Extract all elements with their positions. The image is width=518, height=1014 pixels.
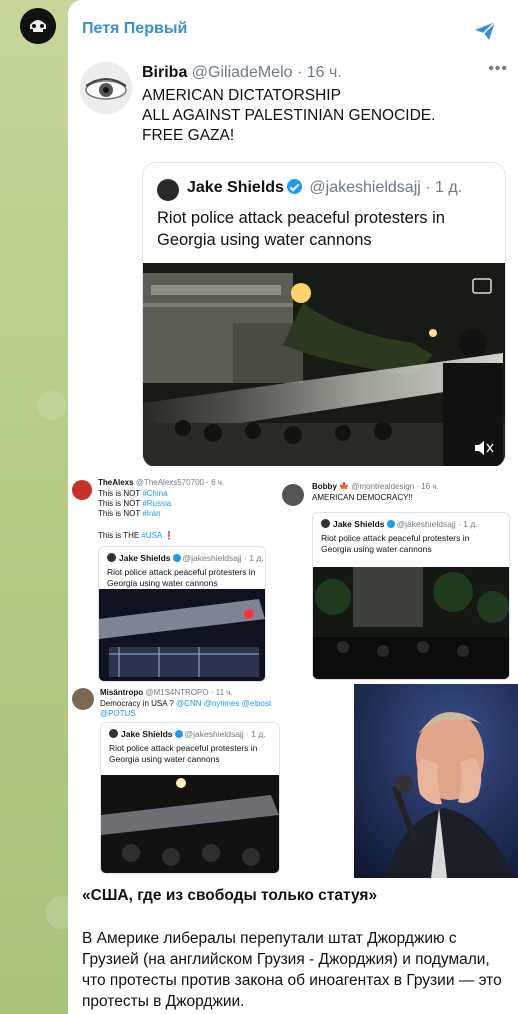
collage-a-header: TheAlexs @TheAlexs570700 · 6 ч.	[98, 478, 224, 487]
message-body: В Америке либералы перепутали штат Джорд…	[82, 930, 502, 1010]
collage-b-header: Bobby 🍁 @montrealdesign · 16 ч.	[312, 482, 439, 491]
collage-a-exclamation: ❗	[164, 531, 175, 540]
message-text: «США, где из свободы только статуя» В Ам…	[82, 886, 506, 1012]
collage-c-q-header: Jake Shields @jakeshieldsajj · 1 д.	[109, 729, 266, 739]
channel-avatar-wrap	[20, 8, 56, 44]
collage-c-q-text: Riot police attack peaceful protesters i…	[109, 743, 258, 764]
collage-b-q-author: Jake Shields	[333, 519, 385, 529]
collage-b-author: Bobby	[312, 482, 337, 491]
collage-c-q-media	[101, 775, 279, 873]
collage-avatar-c	[72, 688, 94, 710]
collage-c-header: Misántropo @M1S4NTROPO · 11 ч.	[100, 688, 233, 697]
collage-a-author: TheAlexs	[98, 478, 134, 487]
quote-author-avatar	[157, 179, 179, 201]
collage-c-q-author: Jake Shields	[121, 729, 173, 739]
collage-a-q-handle: @jakeshieldsajj	[182, 553, 242, 563]
collage-a-tag-2: #Russia	[142, 499, 172, 508]
collage-a-last-tag: #USA	[141, 531, 162, 540]
quote-handle: @jakeshieldsajj	[309, 179, 421, 196]
collage-a-line-2: This is NOT #Russia	[98, 499, 171, 509]
channel-name[interactable]: Петя Первый	[82, 20, 187, 38]
collage-a-tag-1: #China	[142, 489, 168, 498]
collage-c-q-time: · 1 д.	[246, 729, 266, 739]
collage-b-q-handle: @jakeshieldsajj	[396, 519, 456, 529]
skull-icon	[20, 8, 56, 44]
screenshot-collage: TheAlexs @TheAlexs570700 · 6 ч. This is …	[68, 466, 518, 878]
collage-a-line-4: This is THE #USA ❗	[98, 531, 174, 541]
share-icon[interactable]	[472, 18, 498, 44]
collage-tweet-bobby: Bobby 🍁 @montrealdesign · 16 ч. AMERICAN…	[278, 478, 514, 682]
video-frame	[143, 263, 505, 467]
quote-text: Riot police attack peaceful protesters i…	[157, 209, 445, 249]
collage-a-line-3: This is NOT #Iran	[98, 509, 161, 519]
maple-leaf-icon: 🍁	[339, 482, 350, 491]
protest-video	[143, 263, 505, 467]
collage-b-text: AMERICAN DEMOCRACY!!	[312, 493, 413, 502]
tweet-author-avatar	[80, 62, 132, 114]
collage-avatar-b	[282, 484, 304, 506]
collage-b-handle: @montrealdesign	[351, 482, 415, 491]
collage-b-q-text: Riot police attack peaceful protesters i…	[321, 533, 470, 554]
collage-a-q-media	[99, 589, 265, 681]
message-header: Петя Первый	[82, 18, 504, 44]
more-icon: •••	[488, 60, 508, 77]
collage-c-mentions-1: @CNN @nytimes @elpost	[176, 699, 272, 708]
collage-a-q-header: Jake Shields @jakeshieldsajj · 1 д.	[107, 553, 264, 563]
quote-time: · 1 д.	[425, 179, 463, 196]
collage-a-q-time: · 1 д.	[244, 553, 264, 563]
tweet-handle: @GiliadeMelo	[191, 64, 293, 81]
collage-c-line-1: Democracy in USA ? @CNN @nytimes @elpost	[100, 699, 271, 709]
message-bubble: Петя Первый Biriba @GiliadeMelo · 16 ч. …	[68, 0, 518, 1014]
quoted-tweet: Jake Shields @jakeshieldsajj · 1 д. Riot…	[142, 162, 506, 468]
collage-c-mentions-2: @POTUS	[100, 709, 136, 718]
collage-a-tag-3: #Iran	[142, 509, 161, 518]
portrait-photo	[354, 684, 518, 878]
collage-c-handle: @M1S4NTROPO	[145, 688, 209, 697]
collage-a-handle: @TheAlexs570700	[135, 478, 204, 487]
quote-author-name: Jake Shields	[187, 179, 284, 196]
collage-a-last: This is THE	[98, 531, 140, 540]
collage-c-quote: Jake Shields @jakeshieldsajj · 1 д. Riot …	[100, 722, 280, 874]
quote-header: Jake Shields @jakeshieldsajj · 1 д.	[187, 179, 462, 197]
collage-b-q-media	[313, 567, 509, 679]
verified-icon	[286, 179, 302, 194]
collage-avatar-a	[72, 480, 92, 500]
collage-a-line-2-text: This is NOT	[98, 499, 141, 508]
collage-a-q-text: Riot police attack peaceful protesters i…	[107, 567, 256, 588]
collage-b-quote: Jake Shields @jakeshieldsajj · 1 д. Riot …	[312, 512, 510, 680]
collage-a-quote: Jake Shields @jakeshieldsajj · 1 д. Riot …	[98, 546, 266, 682]
channel-avatar[interactable]	[20, 8, 56, 44]
collage-c-author: Misántropo	[100, 688, 144, 697]
collage-a-line-1-text: This is NOT	[98, 489, 141, 498]
message-title: «США, где из свободы только статуя»	[82, 887, 378, 904]
collage-a-line-3-text: This is NOT	[98, 509, 141, 518]
collage-b-q-time: · 1 д.	[458, 519, 478, 529]
collage-tweet-thealexs: TheAlexs @TheAlexs570700 · 6 ч. This is …	[68, 474, 273, 682]
collage-a-line-1: This is NOT #China	[98, 489, 168, 499]
collage-c-time: · 11 ч.	[210, 688, 233, 697]
collage-c-text: Democracy in USA ?	[100, 699, 174, 708]
tweet-header: Biriba @GiliadeMelo · 16 ч.	[142, 64, 342, 82]
collage-a-time: · 6 ч.	[206, 478, 225, 487]
collage-a-q-author: Jake Shields	[119, 553, 171, 563]
collage-b-time: · 16 ч.	[416, 482, 439, 491]
collage-b-q-header: Jake Shields @jakeshieldsajj · 1 д.	[321, 519, 478, 529]
tweet-text: AMERICAN DICTATORSHIP ALL AGAINST PALEST…	[142, 87, 436, 144]
collage-c-q-handle: @jakeshieldsajj	[184, 729, 244, 739]
collage-tweet-misantropo: Misántropo @M1S4NTROPO · 11 ч. Democracy…	[68, 684, 350, 878]
tweet-time: · 16 ч.	[296, 64, 342, 81]
tweet-author-name: Biriba	[142, 64, 188, 81]
